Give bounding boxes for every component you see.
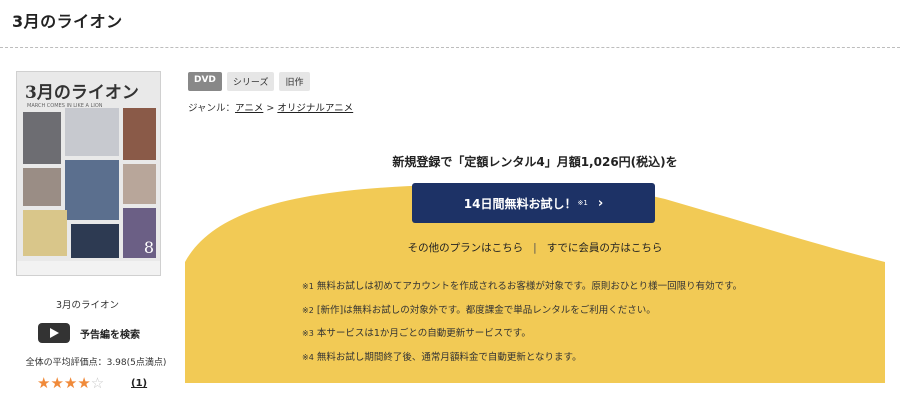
promo-headline: 新規登録で「定額レンタル4」月額1,026円(税込)を bbox=[392, 155, 678, 169]
note-text: 本サービスは1か月ごとの自動更新サービスです。 bbox=[313, 328, 531, 339]
note-mark: ※1 bbox=[302, 282, 314, 291]
cover-volume: 8 bbox=[143, 238, 154, 257]
cover-panel bbox=[23, 168, 61, 206]
tag-old: 旧作 bbox=[279, 72, 310, 91]
note-item: ※1 無料お試しは初めてアカウントを作成されるお客様が対象です。原則おひとり様一… bbox=[302, 275, 742, 299]
cover-panel bbox=[65, 160, 119, 220]
title-caption: 3月のライオン bbox=[55, 300, 120, 311]
average-rating-text: 全体の平均評価点：3.98(5点満点) bbox=[25, 358, 167, 368]
note-item: ※3 本サービスは1か月ごとの自動更新サービスです。 bbox=[302, 322, 742, 346]
note-item: ※2 [新作]は無料お試しの対象外です。都度課金で単品レンタルをご利用ください。 bbox=[302, 299, 742, 323]
cover-image[interactable]: 3月のライオン MARCH COMES IN LIKE A LION 8 bbox=[16, 71, 161, 276]
cover-panel bbox=[65, 108, 119, 156]
genre-label: ジャンル： bbox=[188, 103, 236, 114]
page-title: 3月のライオン bbox=[12, 12, 123, 31]
rating-stars: ★★★★☆ bbox=[37, 374, 104, 392]
trailer-play-button[interactable] bbox=[38, 323, 70, 343]
chevron-right-icon: › bbox=[597, 195, 604, 211]
promo-notes: ※1 無料お試しは初めてアカウントを作成されるお客様が対象です。原則おひとり様一… bbox=[302, 275, 742, 369]
tag-dvd: DVD bbox=[188, 72, 222, 91]
cover-panel bbox=[23, 210, 67, 256]
other-plans-link[interactable]: その他のプランはこちら bbox=[408, 242, 524, 254]
cover-panel bbox=[23, 112, 61, 164]
genre-link-anime[interactable]: アニメ bbox=[235, 103, 263, 114]
review-count-link[interactable]: (1) bbox=[131, 378, 147, 389]
note-text: 無料お試し期間終了後、通常月額料金で自動更新となります。 bbox=[313, 351, 582, 363]
cover-panel bbox=[123, 164, 156, 204]
genre-separator: > bbox=[266, 103, 275, 114]
member-login-link[interactable]: すでに会員の方はこちら bbox=[547, 242, 663, 254]
free-trial-label: 14日間無料お試し！ bbox=[463, 196, 577, 211]
divider bbox=[0, 47, 900, 48]
stars-filled: ★★★★ bbox=[37, 374, 91, 392]
note-text: [新作]は無料お試しの対象外です。都度課金で単品レンタルをご利用ください。 bbox=[313, 304, 656, 316]
free-trial-note-mark: ※1 bbox=[577, 199, 588, 207]
note-mark: ※4 bbox=[302, 352, 314, 362]
plan-links: その他のプランはこちら | すでに会員の方はこちら bbox=[185, 240, 885, 255]
note-text: 無料お試しは初めてアカウントを作成されるお客様が対象です。原則おひとり様一回限り… bbox=[313, 281, 743, 292]
stars-empty: ☆ bbox=[90, 374, 105, 392]
cover-panel bbox=[71, 224, 119, 258]
cover-title: 3月のライオン bbox=[25, 83, 139, 103]
free-trial-button[interactable]: 14日間無料お試し！ ※1 › bbox=[412, 183, 655, 223]
link-separator: | bbox=[533, 242, 537, 254]
tag-list: DVD シリーズ 旧作 bbox=[188, 72, 310, 91]
note-mark: ※3 bbox=[302, 329, 314, 338]
genre-link-original-anime[interactable]: オリジナルアニメ bbox=[277, 103, 353, 114]
trailer-search-label[interactable]: 予告編を検索 bbox=[80, 326, 140, 341]
note-item: ※4 無料お試し期間終了後、通常月額料金で自動更新となります。 bbox=[302, 346, 742, 370]
note-mark: ※2 bbox=[302, 305, 314, 315]
genre-breadcrumb: ジャンル：アニメ > オリジナルアニメ bbox=[188, 100, 353, 114]
tag-series: シリーズ bbox=[226, 72, 275, 91]
cover-panel bbox=[123, 108, 156, 160]
cover-footer bbox=[17, 261, 160, 275]
